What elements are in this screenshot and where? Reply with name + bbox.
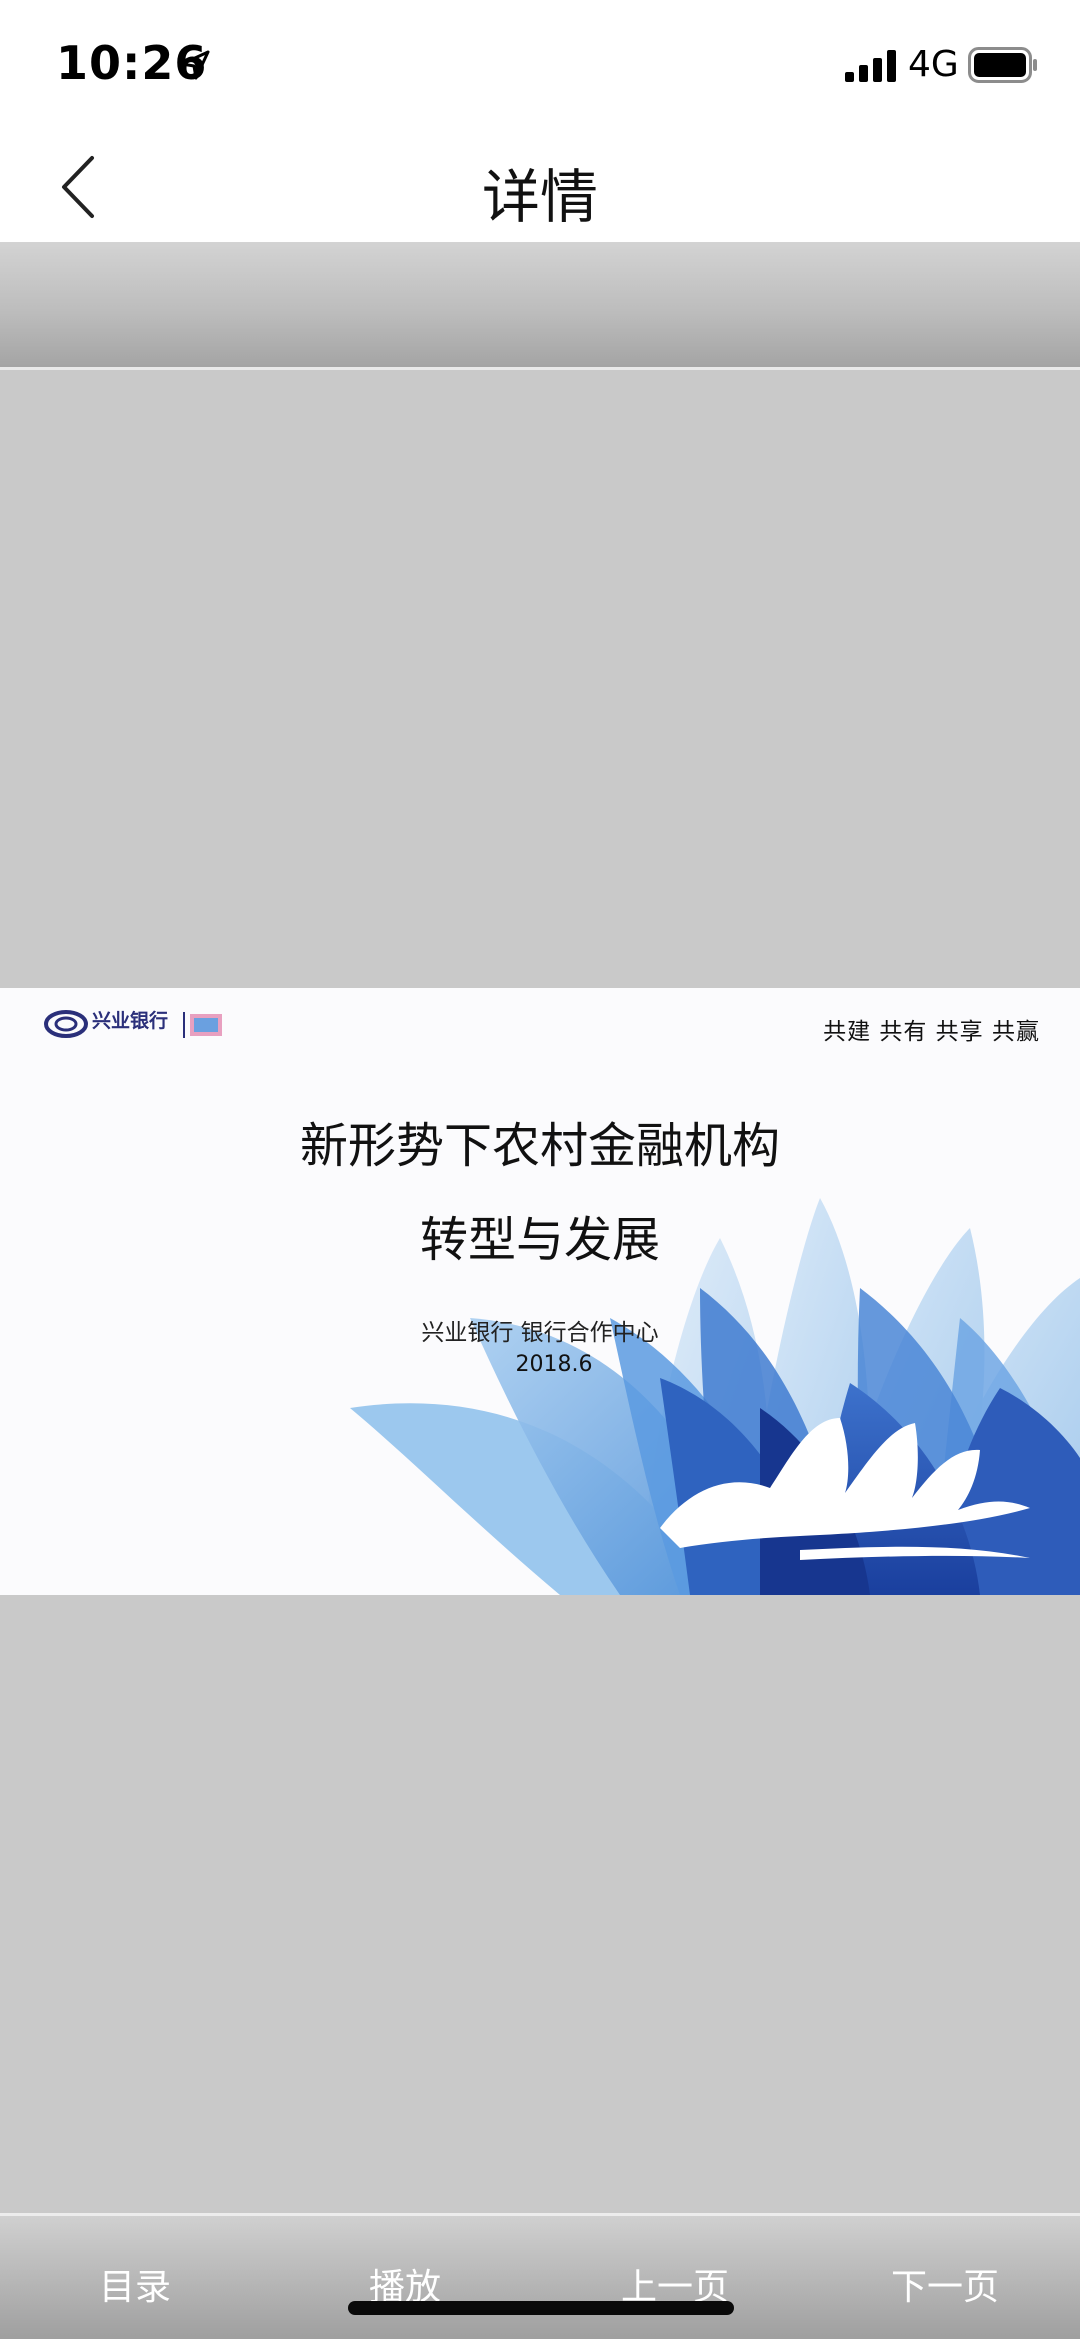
contents-button[interactable]: 目录 <box>35 2258 235 2310</box>
page-title: 详情 <box>481 163 598 231</box>
viewer-toolbar <box>0 242 1080 370</box>
slide-title-line-2: 转型与发展 <box>419 1212 660 1268</box>
status-bar: 10:26 4G <box>0 0 1080 130</box>
network-type: 4G <box>908 44 959 85</box>
lotus-illustration <box>350 1198 1080 1595</box>
battery-icon <box>968 47 1037 83</box>
next-page-button[interactable]: 下一页 <box>845 2258 1045 2310</box>
navigation-bar: 详情 <box>0 130 1080 242</box>
bank-logo-text: 兴业银行 <box>92 1010 169 1032</box>
location-arrow-icon <box>180 50 210 80</box>
bottom-toolbar: 目录 播放 上一页 下一页 <box>0 2213 1080 2339</box>
home-indicator[interactable] <box>348 2301 734 2315</box>
slide-page[interactable]: 兴业银行 共建 共有 共享 共赢 新形势下农村金融机构 转型与发展 兴业银行 银… <box>0 988 1080 1595</box>
slide-organization: 兴业银行 银行合作中心 <box>421 1320 659 1346</box>
signal-bars-icon <box>845 50 896 82</box>
slide-title-line-1: 新形势下农村金融机构 <box>299 1118 780 1174</box>
slide-tagline: 共建 共有 共享 共赢 <box>823 1019 1040 1045</box>
slide-date: 2018.6 <box>515 1352 593 1377</box>
